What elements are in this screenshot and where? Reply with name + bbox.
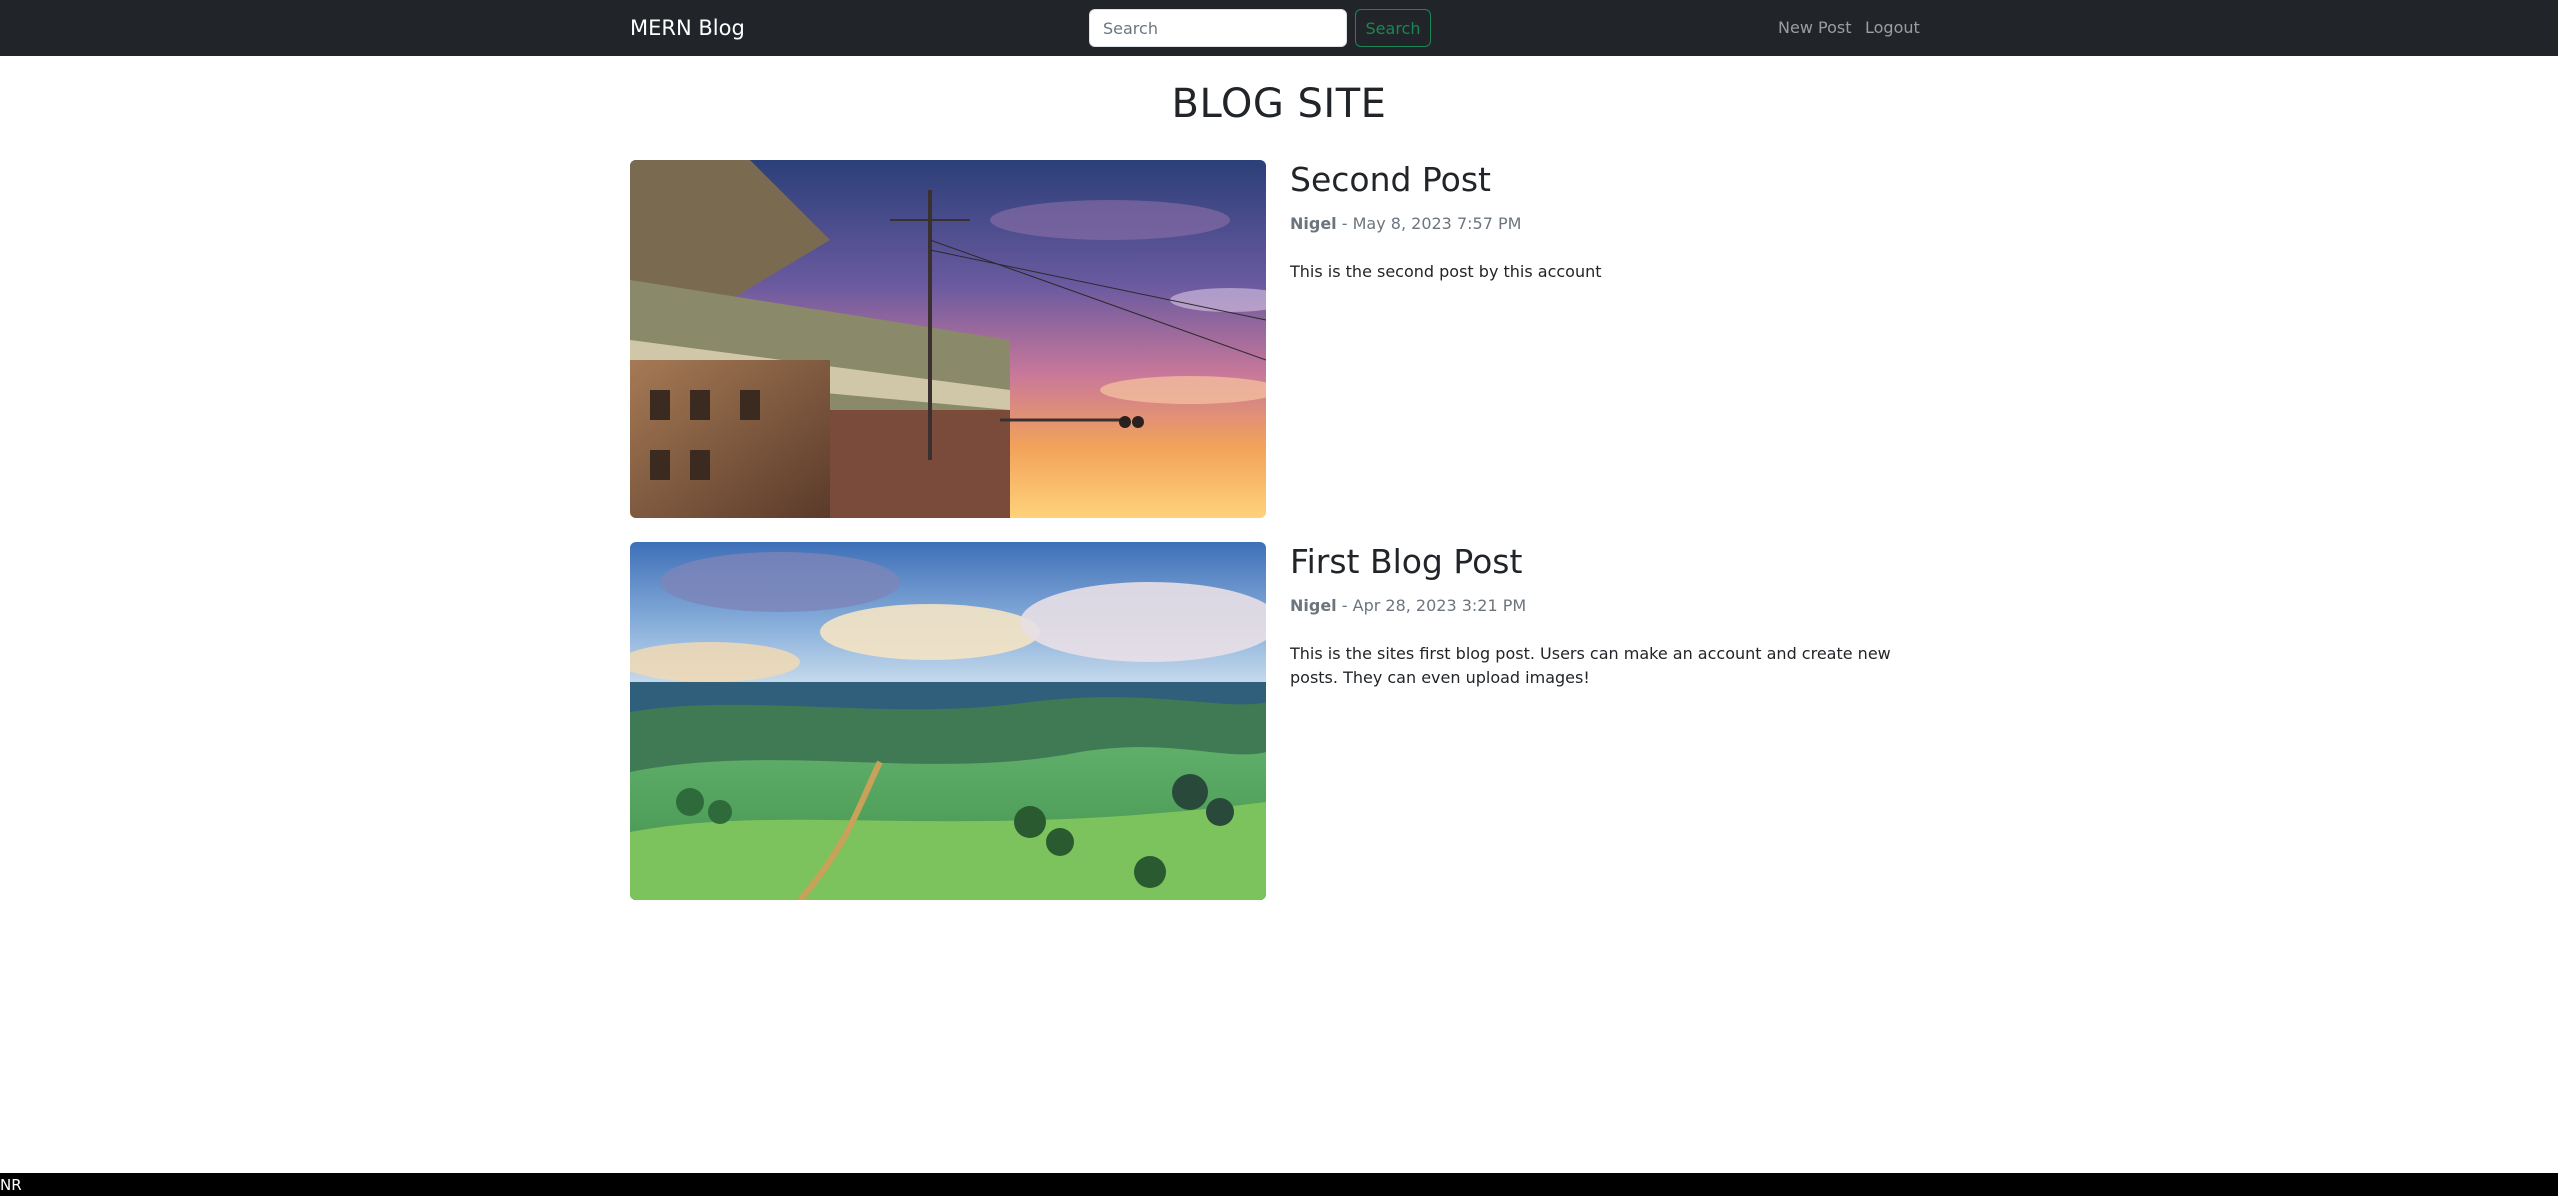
post-summary: This is the sites first blog post. Users… — [1290, 644, 1891, 687]
bottom-bar: NR — [0, 1173, 2558, 1196]
post-card: Second Post Nigel - May 8, 2023 7:57 PM … — [630, 160, 1920, 518]
brand-link[interactable]: MERN Blog — [630, 13, 745, 43]
meta-separator: - — [1341, 596, 1353, 615]
post-card: First Blog Post Nigel - Apr 28, 2023 3:2… — [630, 542, 1920, 900]
post-author: Nigel — [1290, 214, 1337, 233]
post-image[interactable] — [630, 160, 1266, 518]
meta-separator: - — [1341, 214, 1353, 233]
post-author: Nigel — [1290, 596, 1337, 615]
post-date: Apr 28, 2023 3:21 PM — [1352, 596, 1527, 615]
post-title[interactable]: First Blog Post — [1290, 542, 1522, 582]
logout-link[interactable]: Logout — [1865, 15, 1920, 41]
post-image[interactable] — [630, 542, 1266, 900]
post-summary: This is the second post by this account — [1290, 262, 1602, 281]
navbar: MERN Blog Search New Post Logout — [0, 0, 2558, 56]
page-title: BLOG SITE — [1171, 81, 1387, 127]
post-meta: Nigel - Apr 28, 2023 3:21 PM — [1290, 594, 1526, 618]
post-title[interactable]: Second Post — [1290, 160, 1491, 200]
post-date: May 8, 2023 7:57 PM — [1352, 214, 1522, 233]
post-meta: Nigel - May 8, 2023 7:57 PM — [1290, 212, 1521, 236]
post-image-city-sunset — [630, 160, 1266, 518]
search-button[interactable]: Search — [1355, 9, 1431, 47]
new-post-link[interactable]: New Post — [1778, 15, 1851, 41]
post-image-green-hills — [630, 542, 1266, 900]
bottom-bar-text: NR — [0, 1176, 22, 1194]
search-input[interactable] — [1089, 9, 1347, 47]
